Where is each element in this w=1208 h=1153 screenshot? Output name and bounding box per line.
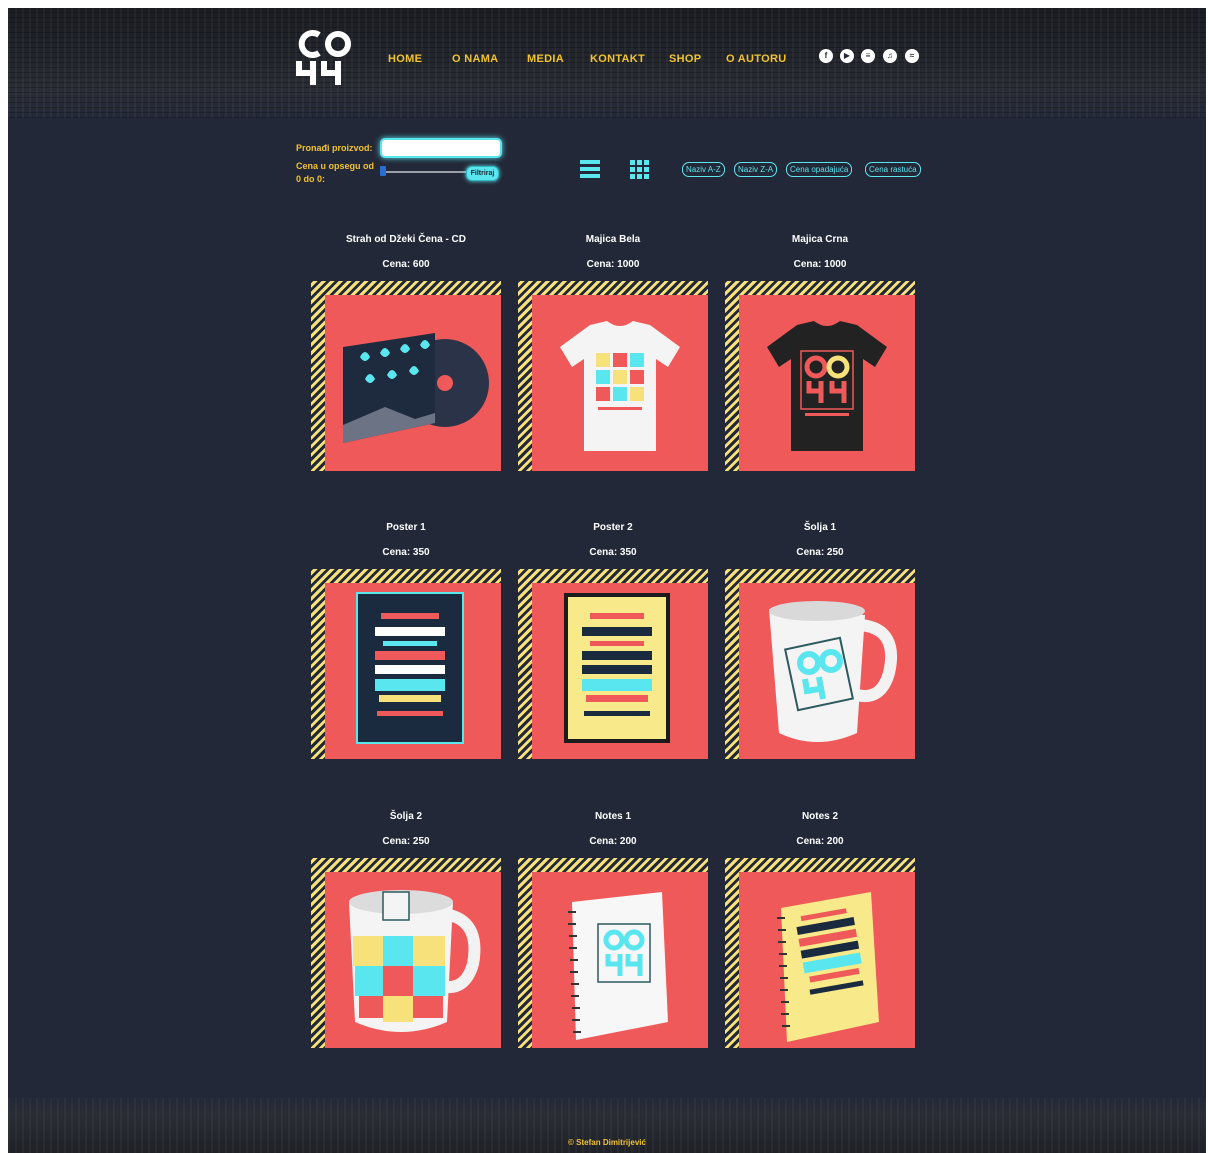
product-title: Poster 1	[386, 522, 426, 533]
filter-button[interactable]: Filtriraj	[466, 166, 499, 181]
product-price: Cena: 250	[382, 836, 430, 847]
price-range-label-line2: 0 do 0:	[296, 174, 326, 184]
nav-o-autoru[interactable]: O AUTORU	[726, 53, 786, 65]
product-price: Cena: 200	[796, 836, 844, 847]
price-range-label-line1: Cena u opsegu od	[296, 161, 375, 171]
product-price: Cena: 1000	[793, 259, 847, 270]
product-image-notes-2	[739, 872, 915, 1048]
product-title: Strah od Džeki Čena - CD	[345, 234, 467, 245]
product-image-mug-2	[325, 872, 501, 1048]
product-image-notes-1	[532, 872, 708, 1048]
logo[interactable]	[293, 23, 355, 89]
footer: © Stefan Dimitrijević	[8, 1098, 1206, 1153]
youtube-icon[interactable]: ▶	[840, 49, 854, 63]
product-price: Cena: 350	[382, 547, 430, 558]
product-price: Cena: 350	[589, 547, 637, 558]
product-card-shirt-black[interactable]	[725, 281, 915, 471]
product-card-poster-2[interactable]	[518, 569, 708, 759]
page-frame: HOME O NAMA MEDIA KONTAKT SHOP O AUTORU …	[8, 8, 1206, 1153]
sort-price-desc-button[interactable]: Cena opadajuća	[786, 162, 853, 177]
search-label: Pronađi proizvod:	[296, 143, 373, 153]
product-image-shirt-black	[739, 295, 915, 471]
search-input[interactable]	[380, 138, 502, 158]
copyright-text: © Stefan Dimitrijević	[568, 1138, 646, 1147]
product-title: Notes 2	[801, 811, 839, 822]
product-card-notes-1[interactable]	[518, 858, 708, 1048]
product-image-poster-1	[325, 583, 501, 759]
product-card-poster-1[interactable]	[311, 569, 501, 759]
product-price: Cena: 600	[382, 259, 430, 270]
product-title: Majica Crna	[791, 234, 849, 245]
sort-price-asc-button[interactable]: Cena rastuća	[865, 162, 921, 177]
product-image-mug-1	[739, 583, 915, 759]
apple-music-icon[interactable]: ♫	[883, 49, 897, 63]
product-price: Cena: 250	[796, 547, 844, 558]
nav-media[interactable]: MEDIA	[527, 53, 564, 65]
price-range-track[interactable]	[383, 171, 468, 173]
product-card-shirt-white[interactable]	[518, 281, 708, 471]
header: HOME O NAMA MEDIA KONTAKT SHOP O AUTORU …	[8, 8, 1206, 118]
nav-o-nama[interactable]: O NAMA	[452, 53, 498, 65]
facebook-icon[interactable]: f	[819, 49, 833, 63]
product-price: Cena: 1000	[586, 259, 640, 270]
product-title: Poster 2	[593, 522, 633, 533]
nav-home[interactable]: HOME	[388, 53, 422, 65]
product-card-notes-2[interactable]	[725, 858, 915, 1048]
product-card-mug-1[interactable]	[725, 569, 915, 759]
product-image-cd	[325, 295, 501, 471]
list-view-icon[interactable]	[580, 160, 600, 178]
product-title: Šolja 1	[803, 522, 837, 533]
product-title: Šolja 2	[389, 811, 423, 822]
grid-view-icon[interactable]	[630, 160, 650, 179]
product-card-mug-2[interactable]	[311, 858, 501, 1048]
product-price: Cena: 200	[589, 836, 637, 847]
product-title: Notes 1	[594, 811, 632, 822]
sort-name-desc-button[interactable]: Naziv Z-A	[734, 162, 778, 177]
product-image-poster-2	[532, 583, 708, 759]
product-title: Majica Bela	[585, 234, 641, 245]
price-range-label: Cena u opsegu od 0 do 0:	[296, 160, 374, 186]
price-range-slider[interactable]	[380, 166, 386, 176]
nav-shop[interactable]: SHOP	[669, 53, 701, 65]
nav-kontakt[interactable]: KONTAKT	[590, 53, 645, 65]
deezer-icon[interactable]: ≡	[861, 49, 875, 63]
sort-name-asc-button[interactable]: Naziv A-Z	[682, 162, 725, 177]
product-image-shirt-white	[532, 295, 708, 471]
spotify-icon[interactable]: ≈	[905, 49, 919, 63]
product-card-cd[interactable]	[311, 281, 501, 471]
